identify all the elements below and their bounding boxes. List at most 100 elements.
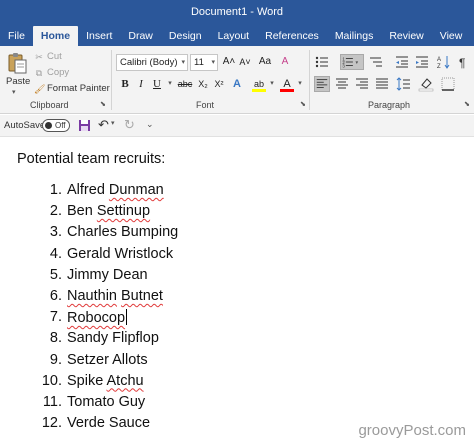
italic-button[interactable]: I <box>134 76 148 92</box>
grow-font-button[interactable]: A˄ <box>222 54 236 70</box>
ribbon-tab-bar: File Home Insert Draw Design Layout Refe… <box>0 24 474 46</box>
tab-insert[interactable]: Insert <box>78 26 120 46</box>
list-item: 3. Charles Bumping <box>17 224 317 245</box>
list-number: 6. <box>49 287 62 304</box>
paste-icon <box>8 53 27 74</box>
list-text: Verde Sauce <box>67 415 151 432</box>
list-number: 2. <box>49 203 62 220</box>
list-item: 6. Nauthin Butnet <box>17 288 317 309</box>
borders-icon[interactable] <box>440 76 456 92</box>
paragraph-launcher-icon[interactable]: ⬊ <box>464 101 472 109</box>
chevron-down-icon: ▾ <box>211 59 215 66</box>
decrease-indent-icon[interactable] <box>394 54 410 70</box>
list-item: 1. Alfred Dunman <box>17 182 317 203</box>
chevron-down-icon[interactable]: ▾ <box>111 119 115 127</box>
quick-access-toolbar: AutoSave Off ↶ ▾ ↻ ⌄ <box>0 115 474 137</box>
subscript-button[interactable]: X₂ <box>196 76 210 92</box>
paste-dropdown-icon[interactable]: ▾ <box>12 88 16 96</box>
list-number: 5. <box>49 266 62 283</box>
shading-icon[interactable] <box>418 76 434 92</box>
list-text: Setzer Allots <box>67 351 148 368</box>
font-size-value: 11 <box>194 57 204 68</box>
autosave-toggle[interactable]: Off <box>42 119 70 132</box>
document-heading: Potential team recruits: <box>17 151 166 167</box>
undo-icon[interactable]: ↶ <box>98 117 109 133</box>
redo-icon[interactable]: ↻ <box>124 117 135 133</box>
chevron-down-icon: ▾ <box>181 59 185 66</box>
multilevel-list-icon[interactable] <box>368 54 384 70</box>
list-item: 5. Jimmy Dean <box>17 267 317 288</box>
svg-text:A: A <box>437 57 441 63</box>
text-effects-button[interactable]: A <box>230 76 244 92</box>
divider <box>309 50 310 110</box>
watermark: groovyPost.com <box>358 422 466 439</box>
toggle-knob <box>45 122 52 129</box>
clear-formatting-button[interactable]: A <box>278 54 292 70</box>
list-number: 10. <box>41 372 62 389</box>
tab-references[interactable]: References <box>257 26 327 46</box>
font-group-label: Font <box>196 100 215 110</box>
chevron-down-icon[interactable]: ▾ <box>166 76 174 92</box>
customize-toolbar-icon[interactable]: ⌄ <box>146 119 154 130</box>
font-size-select[interactable]: 11 ▾ <box>190 54 218 71</box>
tab-view[interactable]: View <box>432 26 471 46</box>
window-title: Document1 - Word <box>0 0 474 24</box>
increase-indent-icon[interactable] <box>414 54 430 70</box>
font-family-select[interactable]: Calibri (Body) ▾ <box>116 54 188 71</box>
tab-mailings[interactable]: Mailings <box>327 26 382 46</box>
list-item: 12. Verde Sauce <box>17 415 317 436</box>
chevron-down-icon[interactable]: ▾ <box>268 76 276 92</box>
list-item: 8. Sandy Flipflop <box>17 330 317 351</box>
list-text: Nauthin Butnet <box>67 287 163 304</box>
clipboard-launcher-icon[interactable]: ⬊ <box>100 101 108 109</box>
tab-draw[interactable]: Draw <box>120 26 161 46</box>
list-number: 9. <box>49 351 62 368</box>
align-center-icon[interactable] <box>334 76 350 92</box>
scissors-icon: ✂ <box>35 51 43 62</box>
clipboard-group-label: Clipboard <box>30 100 69 110</box>
save-icon[interactable] <box>78 119 91 132</box>
format-painter-button[interactable]: 🖌 Format Painter <box>34 83 110 94</box>
strikethrough-button[interactable]: abc <box>176 76 194 92</box>
change-case-button[interactable]: Aa <box>256 54 274 70</box>
tab-review[interactable]: Review <box>381 26 431 46</box>
sort-icon[interactable]: AZ <box>436 54 452 70</box>
list-text: Charles Bumping <box>67 224 179 241</box>
align-right-icon[interactable] <box>354 76 370 92</box>
list-number: 7. <box>49 309 62 326</box>
chevron-down-icon[interactable]: ▾ <box>296 76 304 92</box>
document-page[interactable]: Potential team recruits: 1. Alfred Dunma… <box>0 138 474 445</box>
list-number: 4. <box>49 245 62 262</box>
line-spacing-icon[interactable] <box>396 76 412 92</box>
show-paragraph-marks-icon[interactable]: ¶ <box>456 54 472 70</box>
list-item: 11. Tomato Guy <box>17 394 317 415</box>
list-number: 1. <box>49 182 62 198</box>
font-launcher-icon[interactable]: ⬊ <box>300 101 308 109</box>
highlight-color-button[interactable]: ab <box>252 76 266 92</box>
font-family-value: Calibri (Body) <box>120 57 178 68</box>
list-number: 8. <box>49 330 62 347</box>
tab-design[interactable]: Design <box>161 26 210 46</box>
numbered-list: 1. Alfred Dunman 2. Ben Settinup 3. Char… <box>17 182 317 436</box>
superscript-button[interactable]: X² <box>212 76 226 92</box>
font-color-button[interactable]: A <box>280 76 294 92</box>
underline-button[interactable]: U <box>150 76 164 92</box>
align-left-icon[interactable] <box>314 76 330 92</box>
tab-home[interactable]: Home <box>32 26 79 46</box>
tab-file[interactable]: File <box>0 26 33 46</box>
list-number: 12. <box>41 415 62 432</box>
numbering-icon[interactable]: 1 2 3 ▾ <box>340 54 364 70</box>
list-number: 3. <box>49 224 62 241</box>
list-text: Alfred Dunman <box>67 182 164 198</box>
cut-button[interactable]: ✂ Cut <box>34 51 62 62</box>
bold-button[interactable]: B <box>118 76 132 92</box>
tab-layout[interactable]: Layout <box>210 26 258 46</box>
shrink-font-button[interactable]: A˅ <box>238 54 252 70</box>
list-text: Robocop <box>67 309 128 327</box>
copy-button[interactable]: ⧉ Copy <box>34 67 69 78</box>
justify-icon[interactable] <box>374 76 390 92</box>
svg-text:¶: ¶ <box>459 56 465 70</box>
list-item: 7. Robocop <box>17 309 317 330</box>
bullets-icon[interactable] <box>314 54 330 70</box>
list-item: 4. Gerald Wristlock <box>17 246 317 267</box>
